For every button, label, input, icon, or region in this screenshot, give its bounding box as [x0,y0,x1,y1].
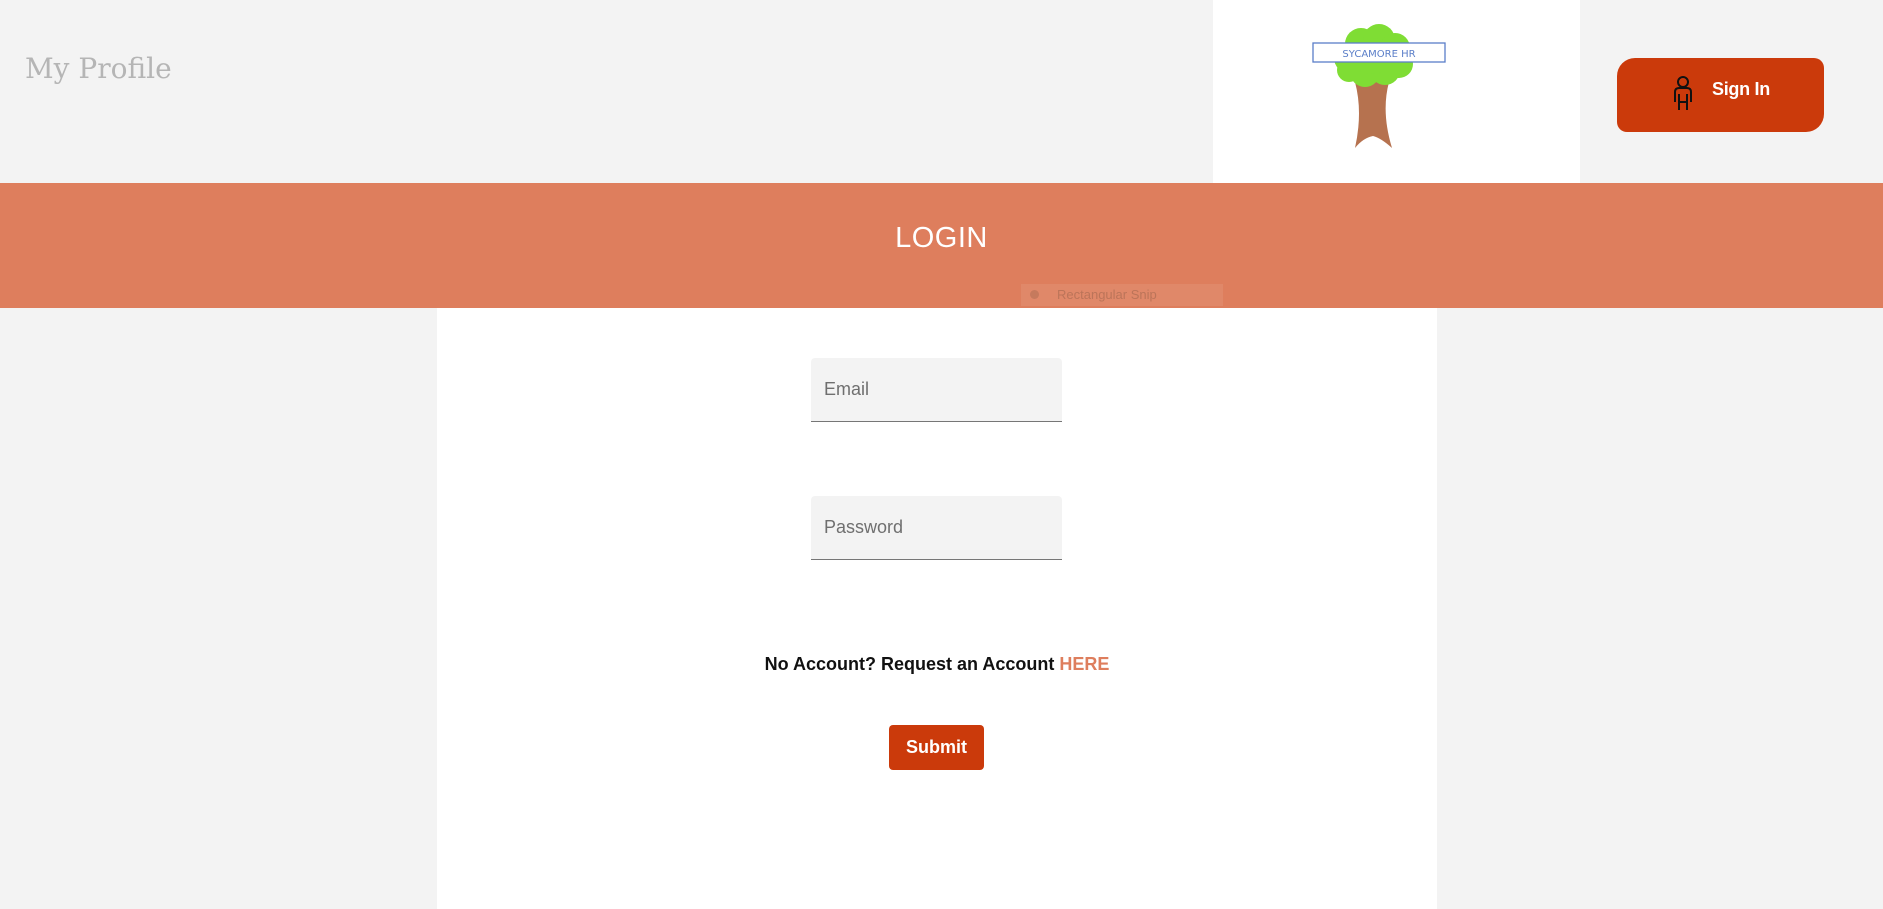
page-title: LOGIN [895,222,988,254]
snip-dot-icon [1030,290,1039,299]
snip-overlay-text: Rectangular Snip [1057,287,1157,302]
snip-overlay: Rectangular Snip [1021,284,1223,306]
logo-panel: SYCAMORE HR [1213,0,1580,183]
email-field[interactable] [811,358,1062,422]
request-account-line: No Account? Request an Account HERE [437,654,1437,675]
request-account-link[interactable]: HERE [1059,654,1109,674]
login-banner: LOGIN Rectangular Snip [0,183,1883,308]
login-card: No Account? Request an Account HERE Subm… [437,308,1437,909]
sign-in-button[interactable]: Sign In [1617,58,1824,132]
header: My Profile SYCAMORE HR Sign In [0,0,1883,183]
sign-in-label: Sign In [1712,79,1770,99]
sycamore-logo: SYCAMORE HR [1312,24,1446,148]
password-field[interactable] [811,496,1062,560]
logo-text: SYCAMORE HR [1342,49,1415,60]
submit-button[interactable]: Submit [889,725,984,770]
request-account-text: No Account? Request an Account [764,654,1055,674]
my-profile-link[interactable]: My Profile [25,52,172,85]
person-icon [1674,76,1692,110]
